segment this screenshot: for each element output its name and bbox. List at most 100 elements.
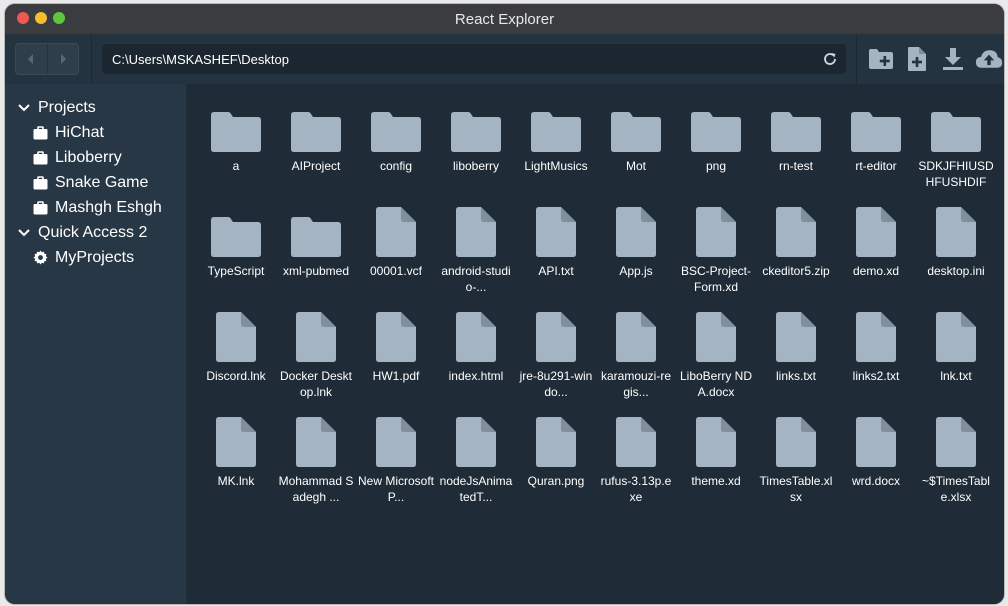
folder-item[interactable]: SDKJFHIUSDHFUSHDIF — [916, 102, 996, 207]
file-name: theme.xd — [691, 474, 741, 488]
file-icon — [456, 207, 496, 257]
window-controls — [17, 12, 65, 24]
file-item[interactable]: ~$TimesTable.xlsx — [916, 417, 996, 522]
file-icon — [296, 417, 336, 467]
file-item[interactable]: jre-8u291-windo... — [516, 312, 596, 417]
file-item[interactable]: BSC-Project-Form.xd — [676, 207, 756, 312]
file-item[interactable]: TimesTable.xlsx — [756, 417, 836, 522]
file-item[interactable]: 00001.vcf — [356, 207, 436, 312]
file-name: wrd.docx — [851, 474, 901, 488]
file-item[interactable]: links2.txt — [836, 312, 916, 417]
file-name: rn-test — [778, 159, 813, 173]
file-item[interactable]: Quran.png — [516, 417, 596, 522]
folder-item[interactable]: a — [196, 102, 276, 207]
folder-item[interactable]: rn-test — [756, 102, 836, 207]
folder-item[interactable]: config — [356, 102, 436, 207]
sidebar-group-projects[interactable]: Projects — [5, 95, 186, 120]
file-item[interactable]: MK.lnk — [196, 417, 276, 522]
file-icon — [216, 312, 256, 362]
file-name: 00001.vcf — [369, 264, 423, 278]
file-name: HW1.pdf — [372, 369, 420, 383]
file-item[interactable]: HW1.pdf — [356, 312, 436, 417]
file-name: rt-editor — [855, 159, 897, 173]
file-item[interactable]: LiboBerry NDA.docx — [676, 312, 756, 417]
file-icon — [616, 207, 656, 257]
file-name: jre-8u291-windo... — [519, 369, 593, 399]
sidebar-item-myprojects[interactable]: MyProjects — [5, 245, 186, 270]
sidebar-item-label: Snake Game — [55, 173, 149, 191]
sidebar-group-label: Projects — [38, 98, 96, 116]
maximize-window-button[interactable] — [53, 12, 65, 24]
file-item[interactable]: Mohammad Sadegh ... — [276, 417, 356, 522]
file-item[interactable]: ckeditor5.zip — [756, 207, 836, 312]
file-item[interactable]: New Microsoft P... — [356, 417, 436, 522]
file-item[interactable]: lnk.txt — [916, 312, 996, 417]
toolbar: C:\Users\MSKASHEF\Desktop — [5, 34, 1004, 85]
file-icon — [936, 417, 976, 467]
file-item[interactable]: Discord.lnk — [196, 312, 276, 417]
folder-icon — [851, 102, 901, 152]
sidebar-group-quick-access[interactable]: Quick Access 2 — [5, 220, 186, 245]
file-item[interactable]: karamouzi-regis... — [596, 312, 676, 417]
chevron-left-icon — [28, 54, 34, 64]
file-icon — [376, 312, 416, 362]
file-item[interactable]: rufus-3.13p.exe — [596, 417, 676, 522]
file-icon — [776, 207, 816, 257]
file-name: links.txt — [775, 369, 816, 383]
folder-item[interactable]: LightMusics — [516, 102, 596, 207]
file-icon — [376, 417, 416, 467]
gear-icon — [32, 250, 48, 266]
file-item[interactable]: links.txt — [756, 312, 836, 417]
file-item[interactable]: Docker Desktop.lnk — [276, 312, 356, 417]
sidebar-item-label: MyProjects — [55, 248, 135, 266]
file-item[interactable]: wrd.docx — [836, 417, 916, 522]
close-window-button[interactable] — [17, 12, 29, 24]
back-button[interactable] — [16, 44, 47, 74]
folder-item[interactable]: Mot — [596, 102, 676, 207]
file-item[interactable]: demo.xd — [836, 207, 916, 312]
refresh-icon[interactable] — [822, 51, 838, 67]
new-folder-button[interactable] — [867, 45, 895, 73]
file-name: Mohammad Sadegh ... — [278, 474, 354, 504]
file-icon — [616, 312, 656, 362]
file-item[interactable]: theme.xd — [676, 417, 756, 522]
folder-item[interactable]: liboberry — [436, 102, 516, 207]
sidebar-item-liboberry[interactable]: Liboberry — [5, 145, 186, 170]
folder-icon — [451, 102, 501, 152]
file-item[interactable]: App.js — [596, 207, 676, 312]
sidebar-item-snake-game[interactable]: Snake Game — [5, 170, 186, 195]
file-browser: a AIProject config liboberry LightMusics… — [186, 84, 1004, 604]
sidebar-item-hichat[interactable]: HiChat — [5, 120, 186, 145]
file-name: SDKJFHIUSDHFUSHDIF — [918, 159, 994, 189]
file-name: png — [705, 159, 727, 173]
download-button[interactable] — [939, 45, 967, 73]
file-name: config — [379, 159, 413, 173]
chevron-right-icon — [60, 54, 66, 64]
file-item[interactable]: desktop.ini — [916, 207, 996, 312]
folder-icon — [211, 102, 261, 152]
file-name: liboberry — [452, 159, 500, 173]
file-item[interactable]: index.html — [436, 312, 516, 417]
path-input[interactable]: C:\Users\MSKASHEF\Desktop — [102, 44, 846, 74]
file-name: xml-pubmed — [282, 264, 350, 278]
folder-item[interactable]: TypeScript — [196, 207, 276, 312]
forward-button[interactable] — [46, 44, 79, 74]
file-item[interactable]: API.txt — [516, 207, 596, 312]
file-item[interactable]: android-studio-... — [436, 207, 516, 312]
app-window: React Explorer C:\Users\MSKASHEF\Desktop — [5, 4, 1004, 604]
folder-item[interactable]: AIProject — [276, 102, 356, 207]
folder-icon — [291, 102, 341, 152]
minimize-window-button[interactable] — [35, 12, 47, 24]
file-item[interactable]: nodeJsAnimatedT... — [436, 417, 516, 522]
folder-item[interactable]: rt-editor — [836, 102, 916, 207]
folder-icon — [771, 102, 821, 152]
folder-item[interactable]: xml-pubmed — [276, 207, 356, 312]
file-name: App.js — [619, 264, 653, 278]
folder-item[interactable]: png — [676, 102, 756, 207]
cloud-upload-button[interactable] — [975, 45, 1003, 73]
file-name: a — [232, 159, 240, 173]
file-icon — [936, 207, 976, 257]
sidebar-item-mashgh-eshgh[interactable]: Mashgh Eshgh — [5, 195, 186, 220]
file-icon — [296, 312, 336, 362]
new-file-button[interactable] — [903, 45, 931, 73]
